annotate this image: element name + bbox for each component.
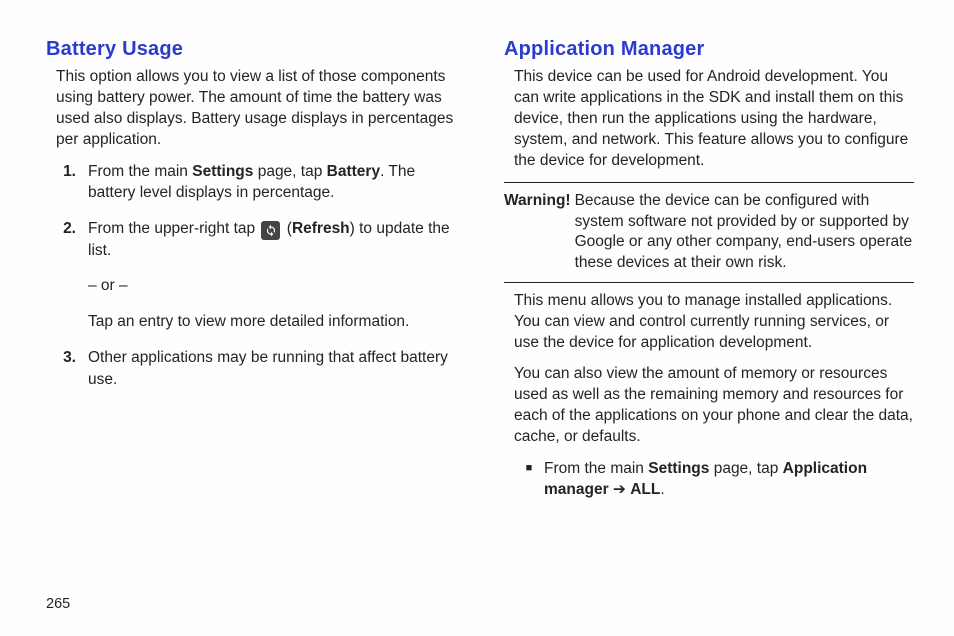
step-3: 3. Other applications may be running tha… (46, 347, 456, 390)
divider (504, 282, 914, 283)
bullet-text: From the main Settings page, tap Applica… (544, 458, 914, 501)
text: page, tap (709, 460, 782, 477)
bullet-item: ■ From the main Settings page, tap Appli… (504, 458, 914, 501)
battery-steps: 1. From the main Settings page, tap Batt… (46, 161, 456, 391)
left-column: Battery Usage This option allows you to … (46, 30, 456, 501)
warning-label: Warning! (504, 191, 575, 275)
appmgr-p3: You can also view the amount of memory o… (504, 364, 914, 448)
step-text: Other applications may be running that a… (88, 347, 456, 390)
text: From the upper-right tap (88, 220, 259, 237)
text: . (660, 481, 664, 498)
step-number: 3. (46, 347, 88, 390)
warning-text: Because the device can be configured wit… (575, 191, 914, 275)
bold-refresh: Refresh (292, 220, 350, 237)
step-or: – or – (88, 275, 456, 297)
step-1: 1. From the main Settings page, tap Batt… (46, 161, 456, 204)
warning-block: Warning! Because the device can be confi… (504, 191, 914, 275)
bullet-square-icon: ■ (514, 458, 544, 501)
step-sub: Tap an entry to view more detailed infor… (88, 311, 456, 333)
step-text: From the upper-right tap (Refresh) to up… (88, 218, 456, 333)
step-text: From the main Settings page, tap Battery… (88, 161, 456, 204)
bold-settings: Settings (648, 460, 709, 477)
appmgr-p2: This menu allows you to manage installed… (504, 291, 914, 354)
step-2: 2. From the upper-right tap (Refresh) to… (46, 218, 456, 333)
text: ➔ (609, 481, 631, 498)
heading-application-manager: Application Manager (504, 38, 914, 61)
divider (504, 182, 914, 183)
bold-all: ALL (630, 481, 660, 498)
text: page, tap (253, 163, 326, 180)
appmgr-intro: This device can be used for Android deve… (504, 67, 914, 172)
step-number: 2. (46, 218, 88, 333)
right-column: Application Manager This device can be u… (504, 30, 914, 501)
heading-battery-usage: Battery Usage (46, 38, 456, 61)
text: From the main (544, 460, 648, 477)
page-content: Battery Usage This option allows you to … (0, 0, 954, 501)
bold-settings: Settings (192, 163, 253, 180)
step-number: 1. (46, 161, 88, 204)
text: From the main (88, 163, 192, 180)
bold-battery: Battery (327, 163, 380, 180)
refresh-icon (261, 221, 280, 240)
battery-intro: This option allows you to view a list of… (46, 67, 456, 151)
page-number: 265 (46, 596, 70, 612)
